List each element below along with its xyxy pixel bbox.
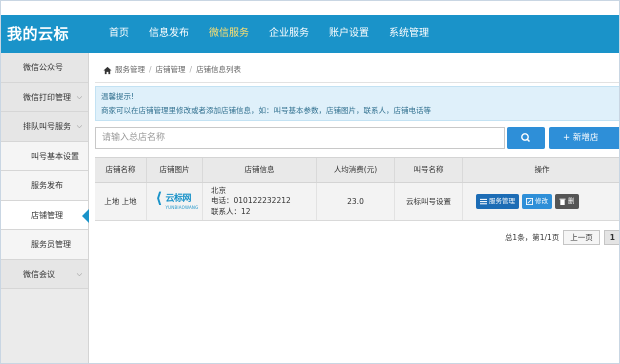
home-icon[interactable] [103, 66, 112, 75]
sidebar-item-label: 服务员管理 [31, 240, 71, 249]
avg-spend-cell: 23.0 [317, 183, 395, 220]
button-label: 服务管理 [489, 197, 515, 205]
tip-title: 温馨提示! [101, 92, 135, 101]
sidebar-item-store-management[interactable]: 店铺管理 [1, 200, 89, 230]
nav-wechat-service[interactable]: 微信服务 [199, 15, 259, 53]
pagination-summary: 总1条，第1/1页 [504, 232, 560, 242]
sidebar-item-label: 微信打印管理 [23, 92, 71, 102]
nav-info-publish[interactable]: 信息发布 [139, 15, 199, 53]
store-table: 店铺名称 店铺图片 店铺信息 人均消费(元) 叫号名称 操作 上地 上地 ⟨ 云… [95, 157, 619, 221]
sidebar-item-service-publish[interactable]: 服务发布 [1, 171, 88, 201]
search-icon [521, 133, 531, 143]
edit-button[interactable]: 修改 [522, 194, 552, 209]
main-nav: 首页 信息发布 微信服务 企业服务 账户设置 系统管理 [99, 15, 439, 53]
active-indicator-icon [82, 208, 89, 223]
chevron-down-icon: ⌵ [76, 122, 82, 130]
column-header: 人均消费(元) [317, 158, 395, 182]
logo-mark-icon: ⟨ [155, 188, 163, 207]
page-number-button[interactable]: 1 [603, 229, 619, 245]
sidebar-item-wechat-meeting[interactable]: 微信会议 ⌵ [1, 259, 88, 289]
column-header: 叫号名称 [395, 158, 463, 182]
button-label: 删 [568, 197, 575, 205]
search-button[interactable] [507, 127, 545, 149]
store-phone: 电话：010122232212 [211, 196, 291, 206]
sidebar-item-wechat-account[interactable]: 微信公众号 [1, 53, 88, 83]
nav-enterprise-service[interactable]: 企业服务 [259, 15, 319, 53]
sidebar-item-waiter-management[interactable]: 服务员管理 [1, 230, 88, 260]
sidebar-item-label: 排队叫号服务 [23, 122, 71, 131]
breadcrumb-service-management[interactable]: 服务管理 [115, 64, 145, 76]
store-logo-subtext: YUNBIAOWANG [165, 204, 199, 210]
edit-icon [526, 198, 533, 205]
divider [95, 82, 619, 83]
store-contact: 联系人：12 [211, 206, 251, 216]
breadcrumb-store-management[interactable]: 店铺管理 [156, 64, 186, 76]
list-icon [480, 198, 487, 205]
tip-text: 商家可以在店铺管理里修改或者添加店铺信息，如：叫号基本参数，店铺图片，联系人，店… [101, 106, 431, 115]
trash-icon [559, 198, 566, 205]
breadcrumb-separator: / [149, 65, 152, 74]
store-city: 北京 [211, 185, 226, 195]
column-header: 操作 [534, 165, 550, 174]
table-header: 店铺名称 店铺图片 店铺信息 人均消费(元) 叫号名称 操作 [95, 157, 619, 183]
app-frame: 我的云标 首页 信息发布 微信服务 企业服务 账户设置 系统管理 微信公众号 微… [0, 0, 620, 364]
logo: 我的云标 [7, 25, 70, 43]
call-name-cell: 云标叫号设置 [395, 183, 463, 220]
nav-account-settings[interactable]: 账户设置 [319, 15, 379, 53]
breadcrumb-store-list: 店铺信息列表 [196, 65, 242, 74]
sidebar-item-wechat-print[interactable]: 微信打印管理 ⌵ [1, 82, 88, 112]
store-name-cell: 上地 上地 [95, 183, 147, 220]
sidebar-item-label: 微信会议 [23, 269, 55, 279]
column-header: 店铺信息 [203, 158, 317, 182]
breadcrumb: 服务管理 / 店铺管理 / 店铺信息列表 [103, 64, 241, 76]
chevron-down-icon: ⌵ [76, 92, 82, 101]
tip-box: 温馨提示! 商家可以在店铺管理里修改或者添加店铺信息，如：叫号基本参数，店铺图片… [95, 86, 619, 121]
nav-system-management[interactable]: 系统管理 [379, 15, 439, 53]
pagination: 总1条，第1/1页 上一页 1 [504, 229, 619, 245]
button-label: 修改 [535, 197, 548, 205]
actions-cell: 服务管理 修改 删 [463, 183, 619, 220]
service-management-button[interactable]: 服务管理 [476, 194, 519, 209]
sidebar-item-label: 服务发布 [31, 181, 63, 190]
delete-button[interactable]: 删 [555, 194, 579, 209]
store-image-cell: ⟨ 云标网 YUNBIAOWANG [147, 183, 203, 220]
chevron-down-icon: ⌵ [76, 269, 82, 278]
sidebar: 微信公众号 微信打印管理 ⌵ 排队叫号服务 ⌵ 叫号基本设置 服务发布 店铺管理… [1, 53, 89, 363]
store-logo-text: 云标网 [165, 193, 192, 204]
breadcrumb-separator: / [189, 65, 193, 74]
sidebar-item-queue-service[interactable]: 排队叫号服务 ⌵ [1, 112, 88, 142]
search-input[interactable]: 请输入总店名称 [95, 127, 505, 149]
sidebar-item-label: 微信公众号 [23, 63, 63, 72]
store-info-cell: 北京 电话：010122232212 联系人：12 [203, 183, 317, 220]
top-nav-bar: 我的云标 首页 信息发布 微信服务 企业服务 账户设置 系统管理 [1, 15, 619, 53]
sidebar-item-call-settings[interactable]: 叫号基本设置 [1, 141, 88, 171]
prev-page-button[interactable]: 上一页 [563, 229, 600, 245]
sidebar-item-label: 叫号基本设置 [31, 151, 79, 161]
add-store-button[interactable]: + 新增店 [549, 127, 619, 149]
sidebar-item-label: 店铺管理 [31, 210, 63, 220]
main-content: 服务管理 / 店铺管理 / 店铺信息列表 温馨提示! 商家可以在店铺管理里修改或… [89, 53, 619, 363]
column-header: 店铺名称 [95, 158, 147, 182]
column-header: 店铺图片 [147, 158, 203, 182]
table-row: 上地 上地 ⟨ 云标网 YUNBIAOWANG 北京 电话：0101222322… [95, 183, 619, 221]
nav-home[interactable]: 首页 [99, 15, 139, 53]
store-logo-image: ⟨ 云标网 YUNBIAOWANG [155, 187, 199, 217]
